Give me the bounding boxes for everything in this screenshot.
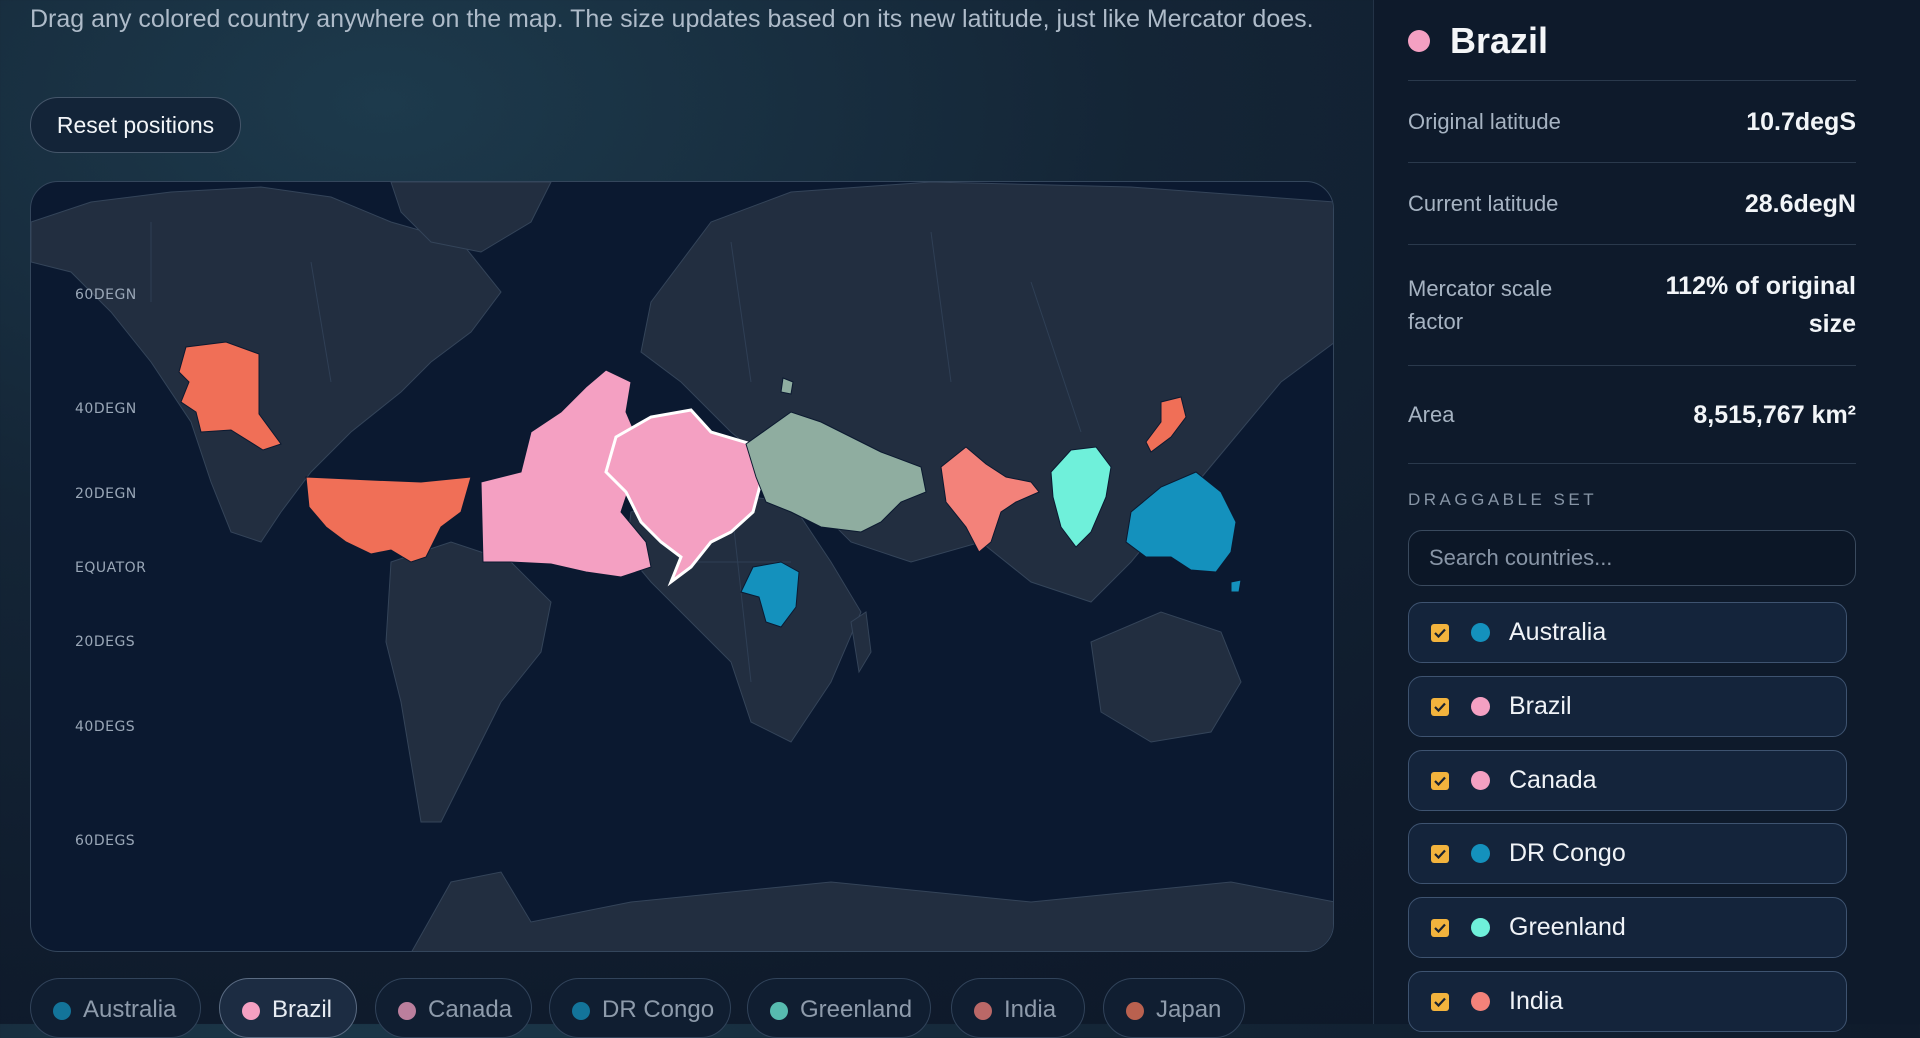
landmass-australia bbox=[1090, 611, 1242, 743]
draggable-set-title: DRAGGABLE SET bbox=[1408, 490, 1598, 509]
chip-color-dot bbox=[1126, 1002, 1144, 1020]
chip-color-dot bbox=[770, 1002, 788, 1020]
area-row: Area 8,515,767 km² bbox=[1408, 365, 1856, 463]
set-item-brazil[interactable]: Brazil bbox=[1408, 676, 1847, 737]
chip-brazil[interactable]: Brazil bbox=[219, 978, 357, 1038]
item-color-dot bbox=[1471, 771, 1490, 790]
chip-color-dot bbox=[53, 1002, 71, 1020]
landmass-south-america bbox=[385, 541, 552, 823]
details-sidebar: Brazil Original latitude 10.7degS Curren… bbox=[1373, 0, 1920, 1032]
current-latitude-row: Current latitude 28.6degN bbox=[1408, 162, 1856, 244]
set-item-greenland[interactable]: Greenland bbox=[1408, 897, 1847, 958]
lat-label-40n: 40DEGN bbox=[75, 401, 137, 417]
original-latitude-label: Original latitude bbox=[1408, 109, 1561, 134]
set-item-canada[interactable]: Canada bbox=[1408, 750, 1847, 811]
reset-positions-button[interactable]: Reset positions bbox=[30, 97, 241, 153]
lat-label-40s: 40DEGS bbox=[75, 719, 136, 735]
set-item-india[interactable]: India bbox=[1408, 971, 1847, 1032]
original-latitude-value: 10.7degS bbox=[1746, 107, 1856, 136]
set-item-australia[interactable]: Australia bbox=[1408, 602, 1847, 663]
scale-factor-row: Mercator scale factor 112% of original s… bbox=[1408, 244, 1856, 365]
item-color-dot bbox=[1471, 697, 1490, 716]
checkbox-checked-icon[interactable] bbox=[1431, 697, 1449, 716]
checkbox-checked-icon[interactable] bbox=[1431, 992, 1449, 1011]
chip-japan[interactable]: Japan bbox=[1103, 978, 1245, 1038]
chip-canada[interactable]: Canada bbox=[375, 978, 532, 1038]
lat-label-20s: 20DEGS bbox=[75, 634, 136, 650]
main-panel: Drag any colored country anywhere on the… bbox=[0, 0, 1372, 1038]
world-map[interactable]: 60DEGN 40DEGN 20DEGN EQUATOR 20DEGS 40DE… bbox=[30, 181, 1334, 952]
lat-label-20n: 20DEGN bbox=[75, 486, 137, 502]
map-canvas bbox=[31, 182, 1333, 951]
lat-label-equator: EQUATOR bbox=[75, 560, 147, 576]
lat-label-60s: 60DEGS bbox=[75, 833, 136, 849]
item-color-dot bbox=[1471, 623, 1490, 642]
area-value: 8,515,767 km² bbox=[1693, 400, 1856, 429]
landmass-antarctica bbox=[411, 871, 1333, 951]
scale-factor-value: 112% of original size bbox=[1665, 272, 1856, 338]
chip-india[interactable]: India bbox=[951, 978, 1085, 1038]
country-chip-bar: Australia Brazil Canada DR Congo Greenla… bbox=[30, 978, 1350, 1038]
checkbox-checked-icon[interactable] bbox=[1431, 623, 1449, 642]
section-divider bbox=[1408, 463, 1856, 464]
intro-text: Drag any colored country anywhere on the… bbox=[30, 5, 1314, 33]
item-color-dot bbox=[1471, 992, 1490, 1011]
selected-color-dot bbox=[1408, 30, 1430, 52]
checkbox-checked-icon[interactable] bbox=[1431, 771, 1449, 790]
area-label: Area bbox=[1408, 402, 1455, 427]
original-latitude-row: Original latitude 10.7degS bbox=[1408, 80, 1856, 162]
current-latitude-value: 28.6degN bbox=[1744, 189, 1856, 218]
scale-factor-label: Mercator scale factor bbox=[1408, 276, 1553, 334]
current-latitude-label: Current latitude bbox=[1408, 191, 1559, 216]
checkbox-checked-icon[interactable] bbox=[1431, 844, 1449, 863]
chip-color-dot bbox=[572, 1002, 590, 1020]
lat-label-60n: 60DEGN bbox=[75, 287, 137, 303]
chip-australia[interactable]: Australia bbox=[30, 978, 201, 1038]
chip-color-dot bbox=[242, 1002, 260, 1020]
chip-color-dot bbox=[974, 1002, 992, 1020]
set-item-dr-congo[interactable]: DR Congo bbox=[1408, 823, 1847, 884]
chip-greenland[interactable]: Greenland bbox=[747, 978, 931, 1038]
checkbox-checked-icon[interactable] bbox=[1431, 918, 1449, 937]
selected-country-name: Brazil bbox=[1450, 20, 1549, 61]
chip-dr-congo[interactable]: DR Congo bbox=[549, 978, 731, 1038]
item-color-dot bbox=[1471, 918, 1490, 937]
country-search-input[interactable] bbox=[1408, 530, 1856, 586]
selected-country-header: Brazil bbox=[1408, 20, 1548, 62]
item-color-dot bbox=[1471, 844, 1490, 863]
chip-color-dot bbox=[398, 1002, 416, 1020]
